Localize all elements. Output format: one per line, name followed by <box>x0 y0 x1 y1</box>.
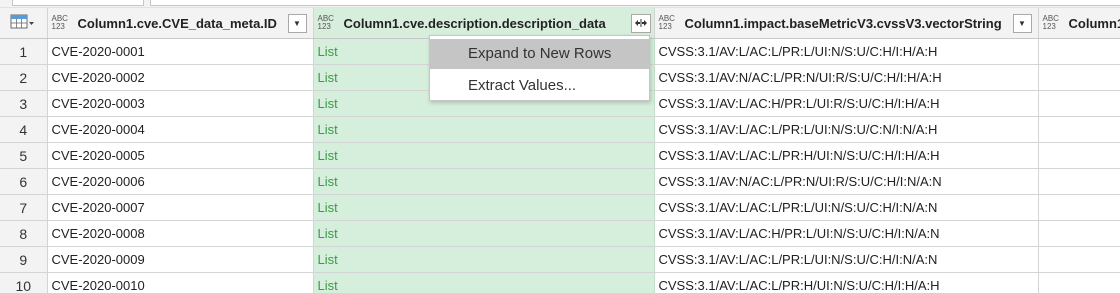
column-header-description-data[interactable]: ABC 123 Column1.cve.description.descripti… <box>313 8 655 39</box>
cell-cve-id[interactable]: CVE-2020-0010 <box>47 272 314 293</box>
cell-empty[interactable] <box>1038 246 1120 273</box>
row-number[interactable]: 1 <box>0 38 48 65</box>
cell-cve-id[interactable]: CVE-2020-0003 <box>47 90 314 117</box>
cell-description-list[interactable]: List <box>313 220 655 247</box>
row-number[interactable]: 5 <box>0 142 48 169</box>
chevron-down-icon[interactable]: ▼ <box>287 13 307 33</box>
cell-empty[interactable] <box>1038 142 1120 169</box>
cell-cve-id[interactable]: CVE-2020-0002 <box>47 64 314 91</box>
chevron-down-icon[interactable]: ▼ <box>1012 13 1032 33</box>
cell-empty[interactable] <box>1038 64 1120 91</box>
top-toolbar-strip <box>0 0 1120 8</box>
cell-empty[interactable] <box>1038 38 1120 65</box>
any-type-icon[interactable]: ABC 123 <box>1043 15 1063 31</box>
column-header-vector-string[interactable]: ABC 123 Column1.impact.baseMetricV3.cvssV… <box>654 8 1039 39</box>
cell-empty[interactable] <box>1038 168 1120 195</box>
cell-description-list[interactable]: List <box>313 194 655 221</box>
cell-empty[interactable] <box>1038 272 1120 293</box>
expand-column-menu: Expand to New Rows Extract Values... <box>429 35 650 101</box>
formula-bar[interactable] <box>150 0 1120 6</box>
table-row[interactable]: 4 CVE-2020-0004 List CVSS:3.1/AV:L/AC:L/PR:… <box>0 116 1120 143</box>
cell-cve-id[interactable]: CVE-2020-0009 <box>47 246 314 273</box>
expand-columns-icon[interactable] <box>630 13 651 33</box>
row-number[interactable]: 9 <box>0 246 48 273</box>
any-type-icon[interactable]: ABC 123 <box>52 15 72 31</box>
row-number[interactable]: 2 <box>0 64 48 91</box>
cell-vector-string[interactable]: CVSS:3.1/AV:L/AC:L/PR:H/UI:N/S:U/C:H/I:H… <box>654 272 1039 293</box>
table-row[interactable]: 6 CVE-2020-0006 List CVSS:3.1/AV:N/AC:L/PR:… <box>0 168 1120 195</box>
cell-cve-id[interactable]: CVE-2020-0008 <box>47 220 314 247</box>
cell-vector-string[interactable]: CVSS:3.1/AV:L/AC:L/PR:L/UI:N/S:U/C:H/I:N… <box>654 194 1039 221</box>
cell-cve-id[interactable]: CVE-2020-0007 <box>47 194 314 221</box>
cell-description-list[interactable]: List <box>313 142 655 169</box>
cell-vector-string[interactable]: CVSS:3.1/AV:L/AC:L/PR:H/UI:N/S:U/C:H/I:H… <box>654 142 1039 169</box>
table-row[interactable]: 7 CVE-2020-0007 List CVSS:3.1/AV:L/AC:L/PR:… <box>0 194 1120 221</box>
cell-vector-string[interactable]: CVSS:3.1/AV:N/AC:L/PR:N/UI:R/S:U/C:H/I:N… <box>654 168 1039 195</box>
cell-vector-string[interactable]: CVSS:3.1/AV:L/AC:L/PR:L/UI:N/S:U/C:H/I:H… <box>654 38 1039 65</box>
column-header-column1[interactable]: ABC 123 Column1 <box>1038 8 1120 39</box>
table-row[interactable]: 8 CVE-2020-0008 List CVSS:3.1/AV:L/AC:H/PR:… <box>0 220 1120 247</box>
any-type-icon[interactable]: ABC 123 <box>318 15 338 31</box>
cell-cve-id[interactable]: CVE-2020-0005 <box>47 142 314 169</box>
cell-empty[interactable] <box>1038 116 1120 143</box>
menu-item-extract-values[interactable]: Extract Values... <box>430 71 649 101</box>
cell-vector-string[interactable]: CVSS:3.1/AV:L/AC:L/PR:L/UI:N/S:U/C:N/I:N… <box>654 116 1039 143</box>
header-row: ABC 123 Column1.cve.CVE_data_meta.ID ▼ AB… <box>0 8 1120 39</box>
column-title: Column1.cve.CVE_data_meta.ID <box>77 15 277 31</box>
cell-description-list[interactable]: List <box>313 116 655 143</box>
cell-description-list[interactable]: List <box>313 272 655 293</box>
cell-empty[interactable] <box>1038 90 1120 117</box>
cell-cve-id[interactable]: CVE-2020-0004 <box>47 116 314 143</box>
table-row[interactable]: 5 CVE-2020-0005 List CVSS:3.1/AV:L/AC:L/PR:… <box>0 142 1120 169</box>
cell-vector-string[interactable]: CVSS:3.1/AV:L/AC:H/PR:L/UI:N/S:U/C:H/I:N… <box>654 220 1039 247</box>
row-number[interactable]: 7 <box>0 194 48 221</box>
menu-item-expand-to-new-rows[interactable]: Expand to New Rows <box>430 39 649 69</box>
column-title: Column1.cve.description.description_data <box>343 15 606 31</box>
table-row[interactable]: 10 CVE-2020-0010 List CVSS:3.1/AV:L/AC:L/PR… <box>0 272 1120 293</box>
cell-empty[interactable] <box>1038 194 1120 221</box>
cell-description-list[interactable]: List <box>313 246 655 273</box>
cell-vector-string[interactable]: CVSS:3.1/AV:N/AC:L/PR:N/UI:R/S:U/C:H/I:H… <box>654 64 1039 91</box>
column-title: Column1 <box>1068 15 1120 31</box>
cell-cve-id[interactable]: CVE-2020-0006 <box>47 168 314 195</box>
row-number[interactable]: 6 <box>0 168 48 195</box>
cell-cve-id[interactable]: CVE-2020-0001 <box>47 38 314 65</box>
column-title: Column1.impact.baseMetricV3.cvssV3.vecto… <box>684 15 1002 31</box>
table-corner-button[interactable] <box>0 8 48 39</box>
cell-description-list[interactable]: List <box>313 168 655 195</box>
column-header-cve-id[interactable]: ABC 123 Column1.cve.CVE_data_meta.ID ▼ <box>47 8 314 39</box>
row-number[interactable]: 3 <box>0 90 48 117</box>
any-type-icon[interactable]: ABC 123 <box>659 15 679 31</box>
name-box[interactable] <box>12 0 144 6</box>
row-number[interactable]: 10 <box>0 272 48 293</box>
table-row[interactable]: 9 CVE-2020-0009 List CVSS:3.1/AV:L/AC:L/PR:… <box>0 246 1120 273</box>
cell-empty[interactable] <box>1038 220 1120 247</box>
table-icon <box>10 14 36 33</box>
row-number[interactable]: 4 <box>0 116 48 143</box>
row-number[interactable]: 8 <box>0 220 48 247</box>
cell-vector-string[interactable]: CVSS:3.1/AV:L/AC:H/PR:L/UI:R/S:U/C:H/I:H… <box>654 90 1039 117</box>
cell-vector-string[interactable]: CVSS:3.1/AV:L/AC:L/PR:L/UI:N/S:U/C:H/I:N… <box>654 246 1039 273</box>
